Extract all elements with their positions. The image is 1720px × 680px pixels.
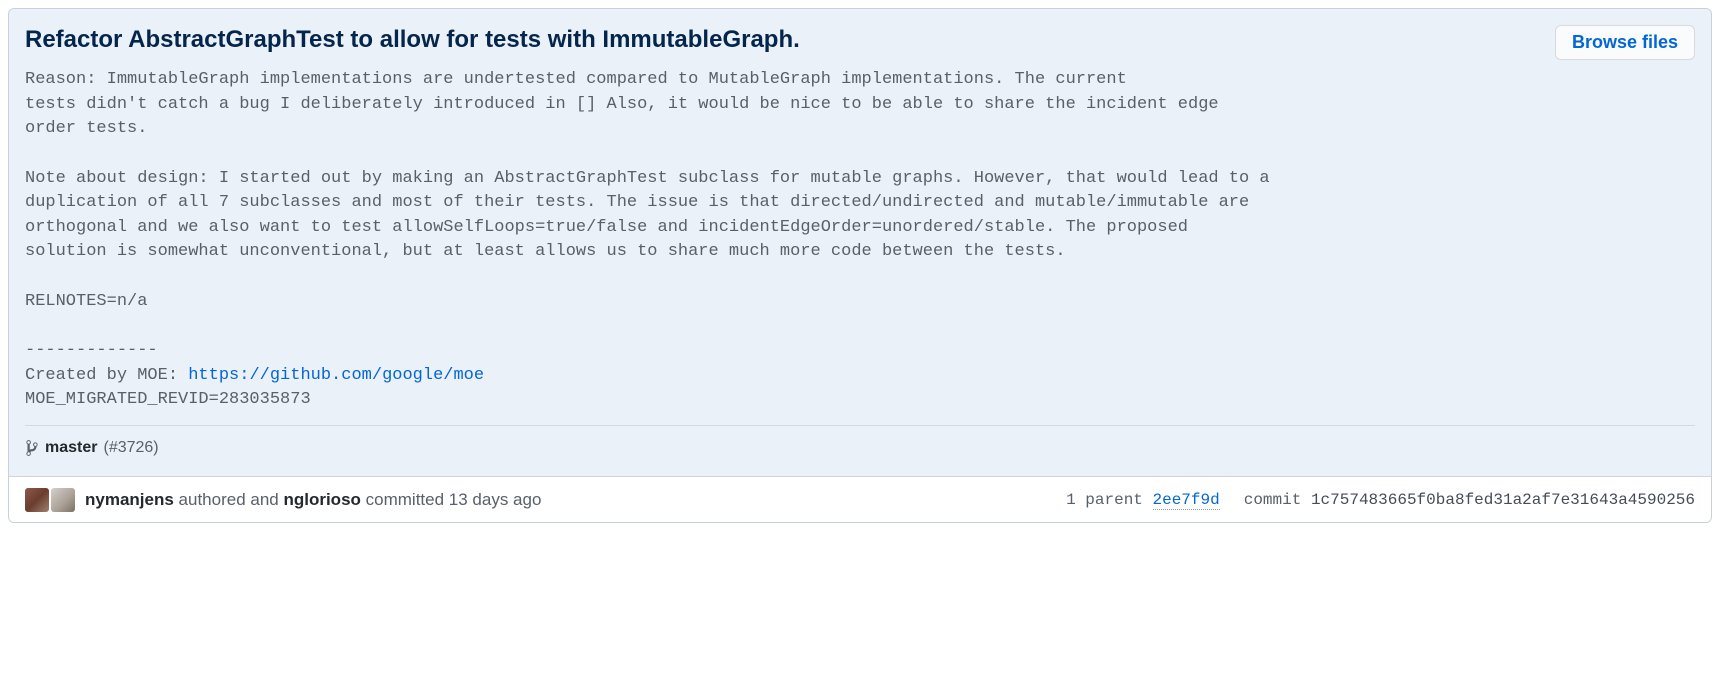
commit-body-text-1: Reason: ImmutableGraph implementations a… <box>25 70 1270 385</box>
committer-link[interactable]: nglorioso <box>283 490 360 509</box>
avatar-group <box>25 488 75 512</box>
commit-sha-block: commit 1c757483665f0ba8fed31a2af7e31643a… <box>1244 488 1695 512</box>
title-row: Refactor AbstractGraphTest to allow for … <box>25 25 1695 60</box>
pr-reference-link[interactable]: (#3726) <box>103 436 158 460</box>
commit-title: Refactor AbstractGraphTest to allow for … <box>25 25 800 55</box>
parent-label: 1 parent <box>1066 491 1152 509</box>
committed-label: committed <box>361 490 449 509</box>
parent-commit: 1 parent 2ee7f9d <box>1066 488 1220 512</box>
authored-label: authored and <box>174 490 284 509</box>
author-line: nymanjens authored and nglorioso committ… <box>85 487 541 513</box>
branch-row: master (#3726) <box>25 425 1695 460</box>
moe-link[interactable]: https://github.com/google/moe <box>188 366 484 385</box>
avatar-committer[interactable] <box>51 488 75 512</box>
commit-label: commit <box>1244 491 1311 509</box>
meta-authors: nymanjens authored and nglorioso committ… <box>25 487 541 513</box>
commit-header: Refactor AbstractGraphTest to allow for … <box>9 9 1711 476</box>
full-commit-sha: 1c757483665f0ba8fed31a2af7e31643a4590256 <box>1311 491 1695 509</box>
branch-name-link[interactable]: master <box>45 436 97 460</box>
commit-meta-bar: nymanjens authored and nglorioso committ… <box>9 476 1711 523</box>
meta-sha-section: 1 parent 2ee7f9d commit 1c757483665f0ba8… <box>1066 488 1695 512</box>
author-link[interactable]: nymanjens <box>85 490 174 509</box>
commit-body: Reason: ImmutableGraph implementations a… <box>25 68 1695 413</box>
commit-body-text-2: MOE_MIGRATED_REVID=283035873 <box>25 390 311 409</box>
browse-files-button[interactable]: Browse files <box>1555 25 1695 60</box>
branch-icon <box>25 439 39 457</box>
parent-sha-link[interactable]: 2ee7f9d <box>1153 491 1220 510</box>
avatar-author[interactable] <box>25 488 49 512</box>
time-ago: 13 days ago <box>449 490 542 509</box>
commit-card: Refactor AbstractGraphTest to allow for … <box>8 8 1712 523</box>
